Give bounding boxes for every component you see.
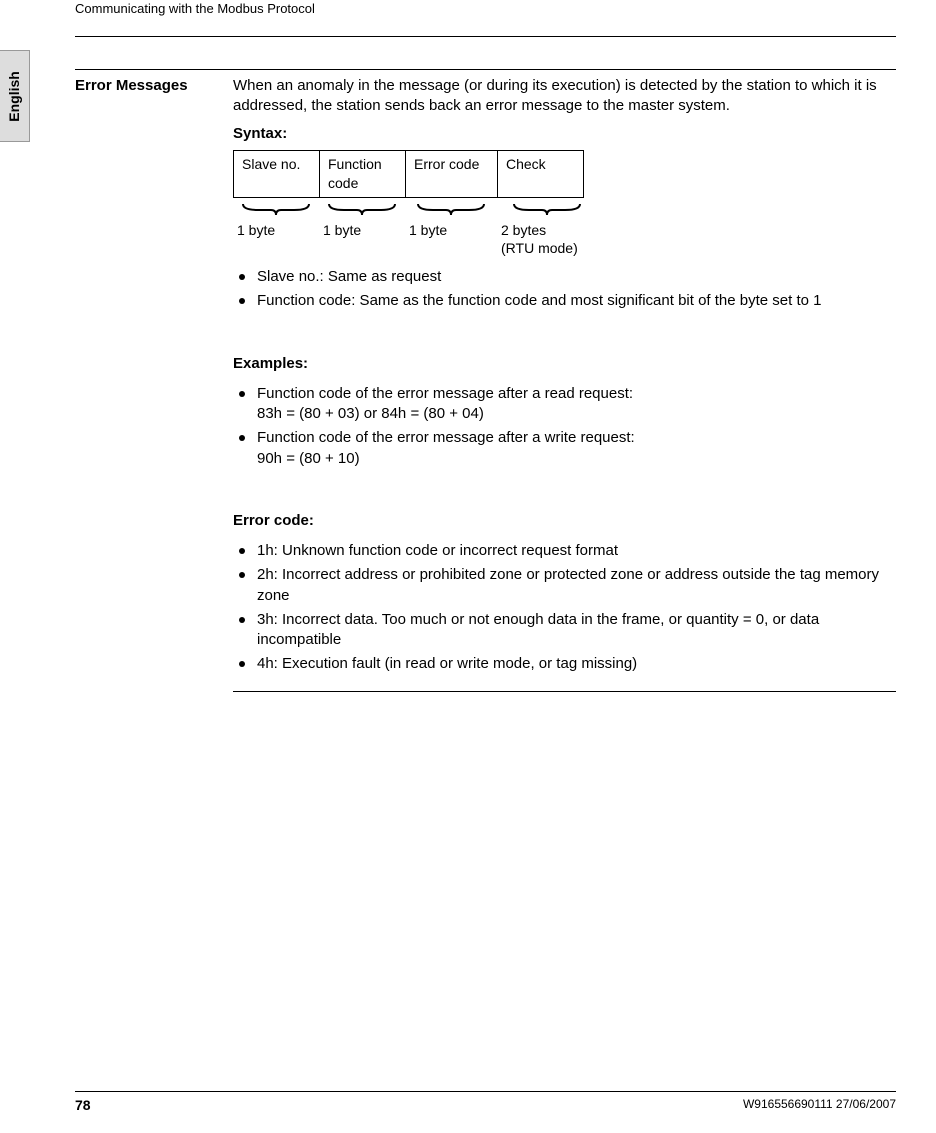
list-item: Function code: Same as the function code… <box>239 291 896 311</box>
list-item: 3h: Incorrect data. Too much or not enou… <box>239 610 896 651</box>
table-cell: Check <box>498 151 584 198</box>
syntax-table: Slave no. Function code Error code Check <box>233 150 584 198</box>
definition-list: Slave no.: Same as request Function code… <box>233 267 896 312</box>
intro-paragraph: When an anomaly in the message (or durin… <box>233 76 896 117</box>
list-item: 4h: Execution fault (in read or write mo… <box>239 654 896 674</box>
language-tab: English <box>0 50 30 142</box>
examples-list: Function code of the error message after… <box>233 384 896 469</box>
section-heading: Error Messages <box>75 76 223 96</box>
brace-row: 1 byte 1 byte 1 byte 2 bytes (RTU mode) <box>233 202 896 257</box>
list-item: 2h: Incorrect address or prohibited zone… <box>239 565 896 606</box>
syntax-label: Syntax: <box>233 124 896 144</box>
error-code-list: 1h: Unknown function code or incorrect r… <box>233 541 896 675</box>
section-end-rule <box>233 691 896 692</box>
page-number: 78 <box>75 1096 91 1115</box>
language-tab-label: English <box>5 71 24 122</box>
running-head: Communicating with the Modbus Protocol <box>75 0 896 22</box>
byte-label: 1 byte <box>233 222 319 240</box>
brace-icon <box>512 202 582 216</box>
table-cell: Error code <box>406 151 498 198</box>
doc-id: W916556690111 27/06/2007 <box>743 1096 896 1115</box>
page-footer: 78 W916556690111 27/06/2007 <box>75 1091 896 1115</box>
table-cell: Slave no. <box>234 151 320 198</box>
byte-label: 1 byte <box>405 222 497 240</box>
byte-label: 1 byte <box>319 222 405 240</box>
brace-icon <box>241 202 311 216</box>
table-cell: Function code <box>320 151 406 198</box>
examples-label: Examples: <box>233 354 896 374</box>
byte-label: 2 bytes (RTU mode) <box>497 222 597 257</box>
header-rule <box>75 36 896 37</box>
list-item: Function code of the error message after… <box>239 428 896 469</box>
error-code-label: Error code: <box>233 511 896 531</box>
list-item: Slave no.: Same as request <box>239 267 896 287</box>
brace-icon <box>327 202 397 216</box>
list-item: Function code of the error message after… <box>239 384 896 425</box>
brace-icon <box>416 202 486 216</box>
list-item: 1h: Unknown function code or incorrect r… <box>239 541 896 561</box>
